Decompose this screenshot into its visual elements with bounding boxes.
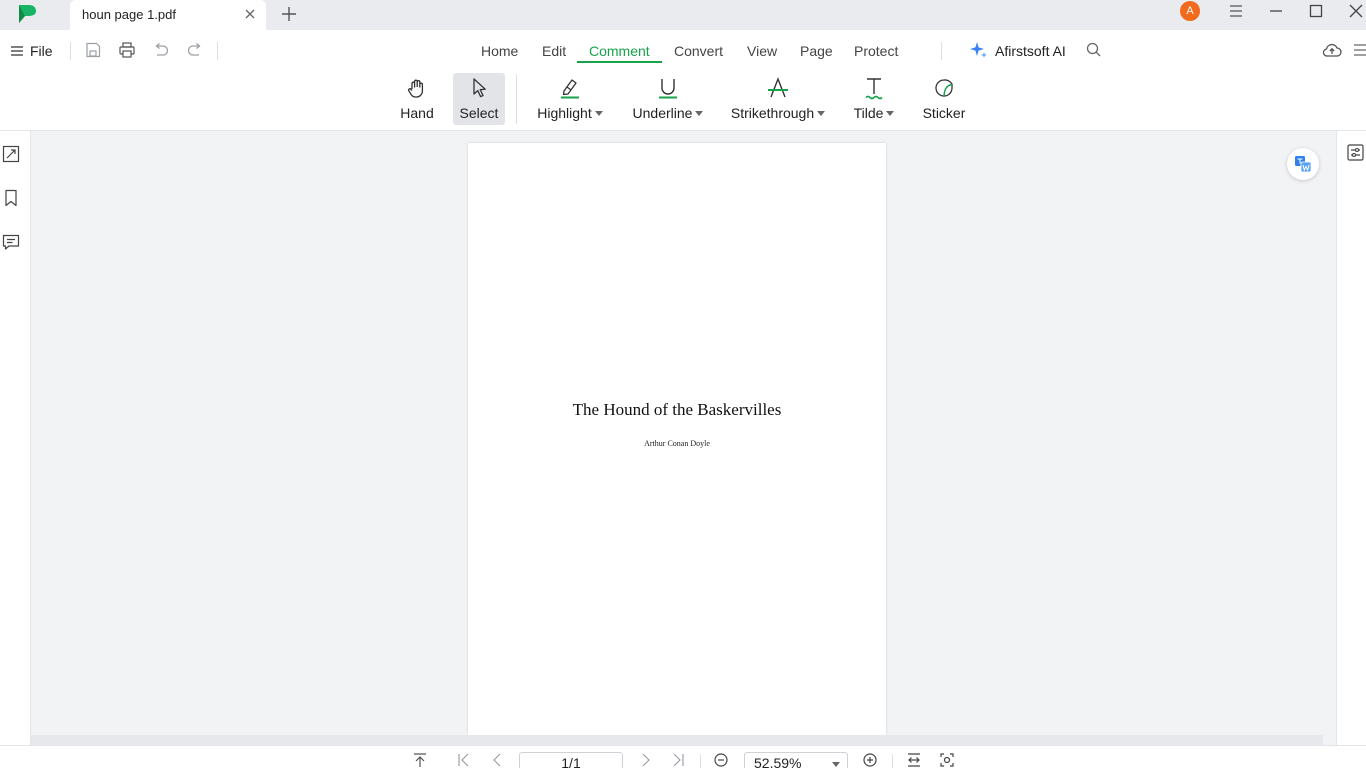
page-number-input[interactable]: 1/1 [519, 752, 623, 768]
sticker-icon [935, 79, 953, 97]
search-icon[interactable] [1085, 41, 1103, 59]
horizontal-scrollbar[interactable] [31, 735, 1323, 745]
save-icon[interactable] [84, 41, 102, 59]
zoom-out-icon[interactable] [713, 752, 729, 768]
highlight-tool-button[interactable]: Highlight [535, 73, 605, 125]
left-sidebar [0, 131, 31, 745]
divider [70, 42, 71, 60]
document-author: Arthur Conan Doyle [644, 439, 710, 448]
bookmark-icon[interactable] [2, 189, 20, 207]
underline-tool-text: Underline [632, 105, 693, 121]
close-tab-icon[interactable] [242, 6, 258, 22]
tab-edit[interactable]: Edit [542, 43, 566, 59]
user-avatar[interactable]: A [1180, 1, 1200, 21]
sticker-tool-button[interactable]: Sticker [920, 73, 968, 125]
tab-view[interactable]: View [747, 43, 777, 59]
right-sidebar [1336, 131, 1366, 745]
chevron-down-icon [832, 762, 840, 767]
cloud-upload-icon[interactable] [1322, 41, 1342, 59]
select-tool-text: Select [459, 105, 499, 121]
sticker-tool-text: Sticker [922, 105, 966, 121]
sparkle-icon [970, 42, 987, 58]
strikethrough-tool-text: Strikethrough [730, 105, 815, 121]
underline-tool-label: Underline [633, 105, 704, 121]
hand-icon [407, 79, 424, 98]
document-tab[interactable]: houn page 1.pdf [70, 0, 266, 30]
divider [516, 74, 517, 124]
hand-tool-label: Hand [400, 105, 433, 121]
chevron-down-icon [594, 110, 603, 116]
thumbnail-icon[interactable] [2, 145, 20, 163]
zoom-in-icon[interactable] [862, 752, 878, 768]
collapse-ribbon-icon[interactable] [1352, 41, 1366, 59]
file-menu-label: File [30, 43, 53, 59]
properties-panel-icon[interactable] [1347, 144, 1364, 161]
strikethrough-tool-button[interactable]: Strikethrough [728, 73, 828, 125]
tilde-tool-text: Tilde [853, 105, 884, 121]
select-tool-label: Select [460, 105, 499, 121]
undo-icon[interactable] [152, 41, 170, 59]
tab-page[interactable]: Page [800, 43, 833, 59]
fit-width-icon[interactable] [906, 752, 922, 768]
divider [892, 754, 893, 768]
close-window-icon[interactable] [1347, 2, 1365, 20]
highlight-tool-label: Highlight [537, 105, 603, 121]
fit-page-icon[interactable] [939, 752, 955, 768]
underline-icon [659, 79, 677, 99]
chevron-down-icon [695, 110, 704, 116]
hamburger-icon [11, 46, 23, 56]
underline-tool-button[interactable]: Underline [630, 73, 706, 125]
minimize-icon[interactable] [1267, 2, 1285, 20]
zoom-value: 52.59% [754, 755, 802, 768]
tab-protect[interactable]: Protect [854, 43, 898, 59]
comments-icon[interactable] [2, 233, 20, 251]
scroll-top-icon[interactable] [412, 752, 428, 768]
next-page-icon[interactable] [638, 752, 654, 768]
chevron-down-icon [886, 110, 895, 116]
app-logo-icon [19, 5, 36, 23]
highlight-tool-text: Highlight [537, 105, 592, 121]
translate-button[interactable] [1287, 148, 1319, 180]
file-menu-button[interactable]: File [10, 41, 53, 61]
translate-icon [1295, 156, 1312, 173]
active-tab-indicator [577, 61, 662, 63]
tilde-tool-label: Tilde [854, 105, 895, 121]
hand-tool-text: Hand [400, 105, 434, 121]
strikethrough-tool-label: Strikethrough [730, 105, 826, 121]
divider [941, 42, 942, 60]
status-bar: 1/1 52.59% [0, 745, 1366, 768]
divider [700, 754, 701, 768]
cursor-icon [473, 78, 486, 98]
first-page-icon[interactable] [456, 752, 472, 768]
hamburger-menu-icon[interactable] [1227, 2, 1245, 20]
hand-tool-button[interactable]: Hand [396, 73, 438, 125]
redo-icon[interactable] [186, 41, 204, 59]
document-title: The Hound of the Baskervilles [572, 400, 782, 419]
maximize-icon[interactable] [1307, 2, 1325, 20]
tab-comment[interactable]: Comment [589, 43, 650, 59]
title-bar: houn page 1.pdf A [0, 0, 1366, 30]
ai-assistant-button[interactable]: Afirstsoft AI [969, 41, 1066, 60]
select-tool-button[interactable]: Select [453, 73, 505, 125]
tab-convert[interactable]: Convert [674, 43, 723, 59]
tilde-tool-button[interactable]: Tilde [852, 73, 896, 125]
pdf-page[interactable]: The Hound of the Baskervilles Arthur Con… [468, 143, 886, 735]
divider [217, 42, 218, 60]
zoom-select[interactable]: 52.59% [744, 752, 848, 768]
tilde-icon [865, 78, 883, 100]
toolbar: File Home Edit Comment Convert View Page… [0, 30, 1366, 131]
document-tab-title: houn page 1.pdf [82, 7, 176, 22]
print-icon[interactable] [118, 41, 136, 59]
new-tab-icon[interactable] [279, 4, 299, 24]
tab-home[interactable]: Home [481, 43, 518, 59]
strikethrough-icon [768, 77, 788, 98]
chevron-down-icon [817, 110, 826, 116]
last-page-icon[interactable] [670, 752, 686, 768]
previous-page-icon[interactable] [489, 752, 505, 768]
ai-assistant-label: Afirstsoft AI [995, 42, 1066, 59]
sticker-tool-label: Sticker [923, 105, 966, 121]
highlight-icon [561, 79, 579, 99]
